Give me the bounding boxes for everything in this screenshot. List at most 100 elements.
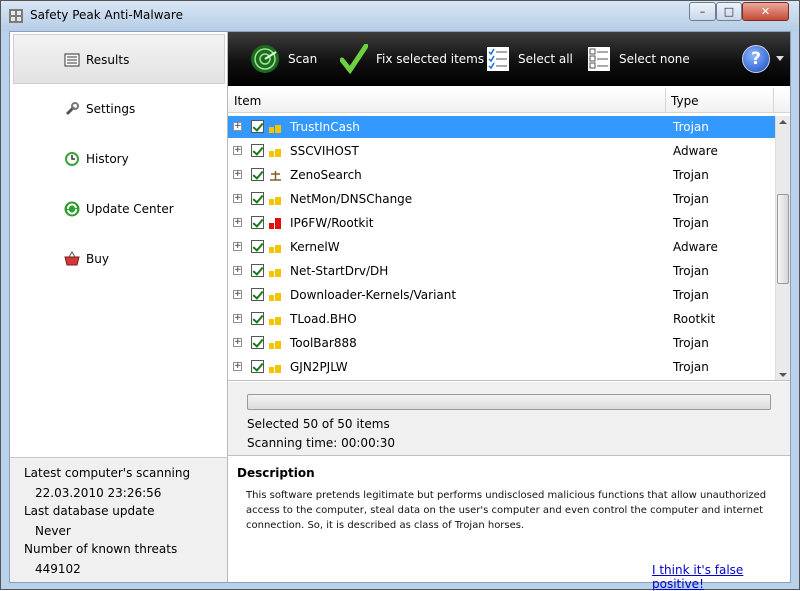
expand-icon[interactable]: + — [233, 290, 242, 299]
app-grid-icon — [9, 9, 23, 23]
last-scan-value: 22.03.2010 23:26:56 — [35, 486, 162, 500]
sidebar-item-label: History — [86, 152, 129, 166]
expand-icon[interactable]: + — [233, 314, 242, 323]
severity-icon — [269, 365, 281, 373]
select-all-button[interactable]: Select all — [486, 42, 573, 76]
row-checkbox[interactable] — [251, 336, 264, 349]
threat-list: Item Type + TrustInCash Trojan + SSCVIHOST Ad… — [228, 88, 790, 381]
sidebar-item-history[interactable]: History — [10, 134, 228, 184]
scan-button[interactable]: Scan — [250, 42, 317, 76]
column-divider[interactable] — [665, 88, 666, 113]
threat-name: Net-StartDrv/DH — [290, 264, 389, 278]
help-dropdown-icon[interactable] — [776, 56, 784, 61]
expand-icon[interactable]: + — [233, 122, 242, 131]
threats-value: 449102 — [35, 562, 81, 576]
minimize-icon: – — [699, 5, 706, 18]
sidebar: Results Settings History Update Center B… — [10, 32, 228, 582]
results-list-icon — [64, 53, 80, 67]
status-area: Selected 50 of 50 items Scanning time: 0… — [228, 382, 790, 456]
sidebar-item-buy[interactable]: Buy — [10, 234, 228, 284]
empty-checklist-icon — [588, 47, 610, 71]
fix-selected-button[interactable]: Fix selected items — [340, 42, 484, 76]
table-row[interactable]: + ZenoSearch Trojan — [228, 164, 775, 186]
sidebar-item-settings[interactable]: Settings — [10, 84, 228, 134]
column-header-type[interactable]: Type — [671, 94, 699, 108]
table-row[interactable]: + Net-StartDrv/DH Trojan — [228, 260, 775, 282]
vertical-scrollbar[interactable] — [775, 116, 790, 380]
table-row[interactable]: + Downloader-Kernels/Variant Trojan — [228, 284, 775, 306]
row-checkbox[interactable] — [251, 144, 264, 157]
expand-icon[interactable]: + — [233, 146, 242, 155]
radar-scan-icon — [251, 45, 279, 73]
row-checkbox[interactable] — [251, 264, 264, 277]
threat-type: Trojan — [673, 360, 709, 374]
db-update-label: Last database update — [24, 504, 155, 518]
expand-icon[interactable]: + — [233, 266, 242, 275]
severity-icon — [269, 149, 281, 157]
scroll-down-icon[interactable] — [779, 373, 787, 377]
expand-icon[interactable]: + — [233, 362, 242, 371]
row-checkbox[interactable] — [251, 360, 264, 373]
close-button[interactable]: ✕ — [742, 2, 789, 21]
threat-type: Trojan — [673, 216, 709, 230]
column-header-item[interactable]: Item — [234, 94, 261, 108]
expand-icon[interactable]: + — [233, 218, 242, 227]
minimize-button[interactable]: – — [689, 2, 716, 21]
severity-icon — [269, 245, 281, 253]
app-window: Safety Peak Anti-Malware – □ ✕ Results S… — [0, 0, 800, 591]
main-panel: Scan Fix selected items Select all Selec… — [228, 32, 790, 591]
description-panel: Description This software pretends legit… — [228, 457, 790, 591]
threat-type: Rootkit — [673, 312, 716, 326]
threat-name: ToolBar888 — [290, 336, 357, 350]
db-update-value: Never — [35, 524, 71, 538]
expand-icon[interactable]: + — [233, 338, 242, 347]
expand-icon[interactable]: + — [233, 170, 242, 179]
severity-icon — [269, 341, 281, 349]
threat-type: Trojan — [673, 288, 709, 302]
sidebar-item-update-center[interactable]: Update Center — [10, 184, 228, 234]
expand-icon[interactable]: + — [233, 194, 242, 203]
maximize-button[interactable]: □ — [716, 2, 742, 21]
description-text: This software pretends legitimate but pe… — [246, 490, 767, 531]
row-checkbox[interactable] — [251, 240, 264, 253]
select-none-label: Select none — [619, 52, 690, 66]
sidebar-item-results[interactable]: Results — [13, 34, 225, 84]
row-checkbox[interactable] — [251, 216, 264, 229]
threat-type: Trojan — [673, 336, 709, 350]
list-header: Item Type — [228, 88, 790, 113]
threat-name: Downloader-Kernels/Variant — [290, 288, 457, 302]
threat-type: Trojan — [673, 120, 709, 134]
table-row[interactable]: + TrustInCash Trojan — [228, 116, 775, 138]
last-scan-label: Latest computer's scanning — [24, 466, 191, 480]
client-area: Results Settings History Update Center B… — [9, 31, 791, 591]
false-positive-link[interactable]: I think it's false positive! — [652, 563, 790, 591]
help-icon[interactable]: ? — [742, 45, 770, 73]
row-checkbox[interactable] — [251, 192, 264, 205]
scroll-thumb[interactable] — [777, 194, 789, 284]
row-checkbox[interactable] — [251, 288, 264, 301]
checklist-icon — [487, 47, 509, 71]
table-row[interactable]: + IP6FW/Rootkit Trojan — [228, 212, 775, 234]
expand-icon[interactable]: + — [233, 242, 242, 251]
table-row[interactable]: + KernelW Adware — [228, 236, 775, 258]
select-none-button[interactable]: Select none — [587, 42, 690, 76]
sidebar-item-label: Settings — [86, 102, 136, 116]
scan-label: Scan — [288, 52, 318, 66]
table-row[interactable]: + GJN2PJLW Trojan — [228, 356, 775, 378]
severity-icon — [269, 317, 281, 325]
threat-type: Trojan — [673, 168, 709, 182]
table-row[interactable]: + TLoad.BHO Rootkit — [228, 308, 775, 330]
row-checkbox[interactable] — [251, 120, 264, 133]
severity-icon — [269, 197, 281, 205]
scroll-up-icon[interactable] — [779, 120, 787, 124]
row-checkbox[interactable] — [251, 312, 264, 325]
sidebar-item-label: Results — [86, 53, 130, 67]
title-bar[interactable]: Safety Peak Anti-Malware – □ ✕ — [1, 1, 799, 31]
table-row[interactable]: + ToolBar888 Trojan — [228, 332, 775, 354]
table-row[interactable]: + NetMon/DNSChange Trojan — [228, 188, 775, 210]
severity-icon — [270, 171, 281, 181]
column-divider — [773, 88, 774, 113]
table-row[interactable]: + SSCVIHOST Adware — [228, 140, 775, 162]
row-checkbox[interactable] — [251, 168, 264, 181]
select-all-label: Select all — [518, 52, 573, 66]
